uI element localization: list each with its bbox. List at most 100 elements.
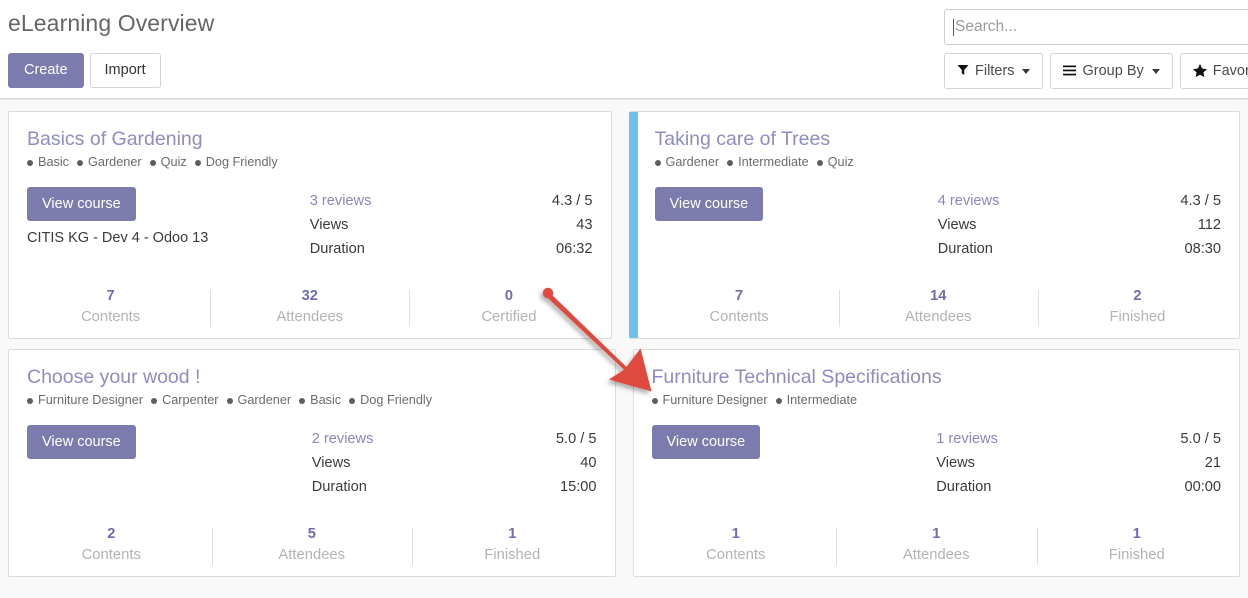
duration-label: Duration [309, 241, 365, 258]
stat-value: 5 [307, 525, 316, 542]
card-stats-column: 3 reviews 4.3 / 5 Views 43 Duration 06:32 [310, 187, 593, 262]
views-value: 40 [580, 454, 597, 471]
course-tag-list: Gardener Intermediate Quiz [654, 155, 1222, 170]
stat-cell[interactable]: 1 Attendees [836, 525, 1037, 566]
search-area: Search... [944, 9, 1248, 45]
views-label: Views [311, 454, 351, 471]
duration-row: Duration 15:00 [312, 475, 597, 499]
tag-bullet-icon [349, 398, 356, 405]
stat-label: Contents [706, 546, 766, 563]
duration-value: 15:00 [559, 479, 597, 496]
duration-label: Duration [937, 241, 993, 258]
duration-label: Duration [311, 479, 367, 496]
kanban-grid: Basics of Gardening Basic Gardener Quiz Dog … [0, 111, 1248, 577]
favorites-label: Favorites [1212, 63, 1248, 79]
course-tag: Dog Friendly [205, 155, 278, 170]
reviews-link[interactable]: 2 reviews [312, 427, 374, 451]
chevron-down-icon [1151, 68, 1160, 74]
group-by-label: Group By [1082, 63, 1144, 79]
card-footer-stats: 7 Contents 32 Attendees 0 Certified [9, 287, 611, 328]
group-by-button[interactable]: Group By [1050, 53, 1173, 89]
rating-value: 4.3 / 5 [1180, 192, 1221, 209]
course-title[interactable]: Basics of Gardening [27, 128, 593, 150]
tag-bullet-icon [816, 160, 823, 167]
course-title[interactable]: Taking care of Trees [655, 128, 1222, 150]
tag-bullet-icon [727, 160, 734, 167]
card-footer-stats: 7 Contents 14 Attendees 2 Finished [638, 287, 1240, 328]
stat-cell[interactable]: 1 Contents [636, 525, 837, 566]
stat-value: 7 [106, 287, 115, 304]
stat-cell[interactable]: 7 Contents [640, 287, 839, 328]
card-left-column: View course CITIS KG - Dev 4 - Odoo 13 [27, 186, 310, 247]
reviews-row: 3 reviews 4.3 / 5 [310, 189, 593, 213]
rating-value: 4.3 / 5 [551, 192, 593, 209]
course-subtitle: CITIS KG - Dev 4 - Odoo 13 [27, 230, 209, 247]
course-tag: Gardener [88, 155, 142, 170]
tag-bullet-icon [654, 160, 661, 167]
views-label: Views [936, 454, 975, 471]
stat-cell[interactable]: 1 Finished [1036, 525, 1238, 566]
course-card[interactable]: Choose your wood ! Furniture Designer Carp… [8, 349, 616, 577]
reviews-link[interactable]: 3 reviews [310, 189, 372, 213]
stat-cell[interactable]: 32 Attendees [210, 287, 409, 328]
stat-value: 1 [508, 525, 517, 542]
course-card[interactable]: Basics of Gardening Basic Gardener Quiz Dog … [8, 111, 612, 339]
action-button-group: Create Import [8, 53, 161, 88]
stat-cell[interactable]: 14 Attendees [838, 287, 1038, 328]
stat-label: Finished [484, 546, 541, 563]
course-tag: Furniture Designer [662, 393, 768, 408]
course-card[interactable]: Taking care of Trees Gardener Intermediate… [628, 111, 1240, 339]
search-input[interactable]: Search... [944, 9, 1248, 45]
stat-cell[interactable]: 1 Finished [412, 525, 613, 566]
stat-label: Contents [80, 308, 141, 325]
card-stats-column: 2 reviews 5.0 / 5 Views 40 Duration 15:00 [312, 425, 597, 500]
reviews-link[interactable]: 4 reviews [938, 189, 1000, 213]
filter-funnel-icon [957, 64, 969, 78]
filters-button[interactable]: Filters [944, 53, 1044, 89]
view-course-button[interactable]: View course [651, 424, 761, 460]
kanban-view: Basics of Gardening Basic Gardener Quiz Dog … [0, 99, 1248, 598]
reviews-link[interactable]: 1 reviews [936, 427, 998, 451]
tag-bullet-icon [775, 398, 782, 405]
favorites-button[interactable]: Favorites [1179, 53, 1248, 89]
view-course-button[interactable]: View course [654, 186, 764, 222]
course-title[interactable]: Furniture Technical Specifications [652, 366, 1222, 388]
rating-value: 5.0 / 5 [555, 430, 597, 447]
page-title: eLearning Overview [8, 10, 215, 36]
duration-label: Duration [936, 479, 992, 496]
duration-row: Duration 00:00 [936, 475, 1221, 499]
stat-cell[interactable]: 2 Contents [11, 525, 212, 566]
stat-label: Certified [481, 308, 537, 325]
stat-label: Contents [709, 308, 769, 325]
views-row: Views 112 [938, 213, 1221, 237]
tag-bullet-icon [27, 160, 33, 167]
text-cursor [953, 18, 954, 36]
stat-label: Finished [1108, 546, 1165, 563]
tag-bullet-icon [194, 160, 201, 167]
course-tag: Intermediate [786, 393, 858, 408]
card-stats-column: 4 reviews 4.3 / 5 Views 112 Duration 08:30 [938, 187, 1221, 262]
stat-value: 14 [930, 287, 947, 304]
stat-cell[interactable]: 2 Finished [1037, 287, 1237, 328]
card-left-column: View course [654, 186, 938, 222]
course-tag: Dog Friendly [360, 393, 433, 408]
view-course-button[interactable]: View course [27, 186, 136, 222]
import-button[interactable]: Import [89, 53, 161, 88]
course-tag-list: Furniture Designer Intermediate [651, 393, 1222, 408]
stat-label: Attendees [276, 308, 344, 325]
views-label: Views [309, 216, 349, 233]
search-dropdown-group: Filters Group By Favor [944, 53, 1248, 89]
search-placeholder: Search... [955, 18, 1018, 36]
view-course-button[interactable]: View course [27, 424, 136, 460]
views-value: 43 [576, 216, 593, 233]
duration-value: 06:32 [555, 241, 593, 258]
stat-cell[interactable]: 5 Attendees [211, 525, 413, 566]
tag-bullet-icon [651, 398, 658, 405]
course-tag: Furniture Designer [38, 393, 144, 408]
create-button[interactable]: Create [8, 53, 84, 88]
course-title[interactable]: Choose your wood ! [27, 366, 597, 388]
course-card[interactable]: Furniture Technical Specifications Furnit… [632, 349, 1240, 577]
stat-cell[interactable]: 7 Contents [11, 287, 210, 328]
card-accent-bar [628, 112, 638, 338]
stat-cell[interactable]: 0 Certified [409, 287, 608, 328]
